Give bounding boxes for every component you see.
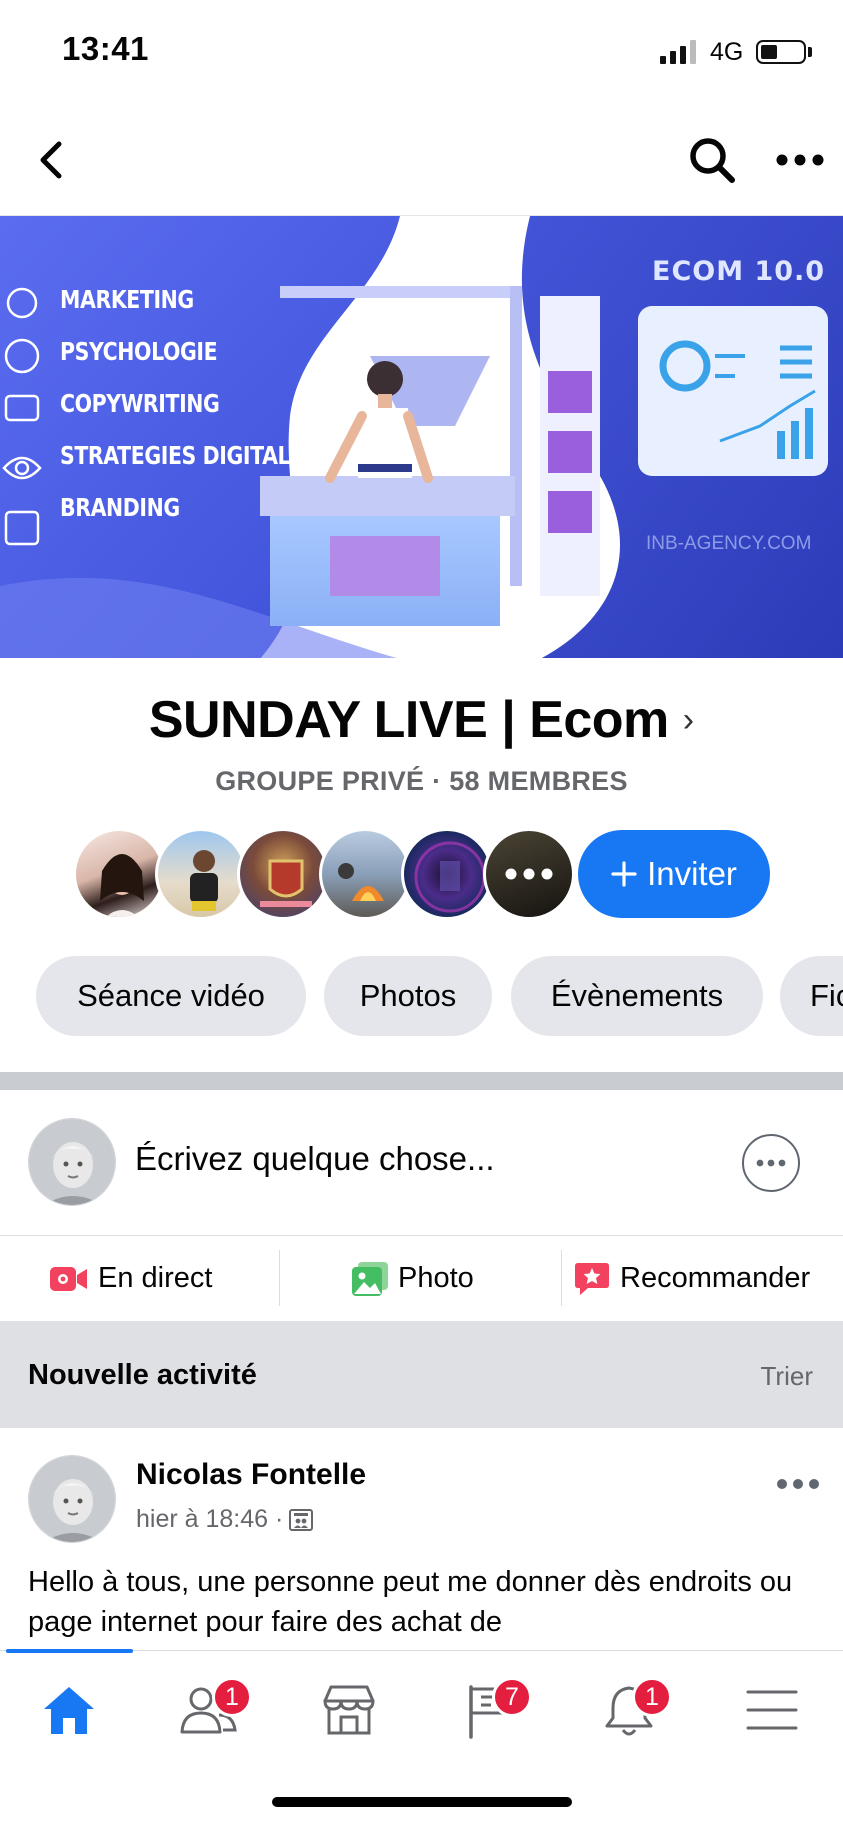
- cover-text-psychologie: PSYCHOLOGIE: [60, 337, 218, 366]
- battery-tip: [808, 47, 812, 57]
- cover-text-strategies: STRATEGIES DIGITALES: [60, 441, 319, 470]
- photo-button[interactable]: Photo: [352, 1236, 474, 1321]
- battery-icon: [756, 40, 806, 64]
- ellipsis-icon: [756, 1159, 786, 1167]
- pages-badge: 7: [492, 1677, 532, 1717]
- more-options-button[interactable]: [768, 128, 832, 192]
- notifications-badge: 1: [632, 1677, 672, 1717]
- live-label: En direct: [98, 1262, 213, 1294]
- composer-placeholder[interactable]: Écrivez quelque chose...: [135, 1140, 495, 1178]
- post-author-avatar[interactable]: [28, 1455, 116, 1543]
- search-button[interactable]: [680, 128, 744, 192]
- recommend-star-icon: [575, 1262, 609, 1295]
- tab-notifications[interactable]: 1: [574, 1665, 684, 1755]
- chip-video-session[interactable]: Séance vidéo: [36, 956, 306, 1036]
- back-button[interactable]: [22, 130, 82, 190]
- live-video-icon: [50, 1266, 87, 1291]
- chip-files[interactable]: Fichiers: [780, 956, 843, 1036]
- post-timestamp[interactable]: hier à 18:46 ·: [136, 1505, 283, 1534]
- recommend-button[interactable]: Recommander: [574, 1236, 810, 1321]
- sort-button[interactable]: Trier: [761, 1361, 813, 1392]
- network-type: 4G: [710, 38, 744, 66]
- members-row: Inviter: [73, 828, 793, 920]
- status-time: 13:41: [62, 30, 149, 67]
- status-bar: 13:41 4G: [0, 0, 843, 105]
- photo-icon: [352, 1261, 388, 1296]
- group-privacy-members[interactable]: GROUPE PRIVÉ · 58 MEMBRES: [0, 766, 843, 797]
- member-avatar[interactable]: [73, 828, 165, 920]
- signal-icon: [660, 40, 696, 64]
- group-cover-photo[interactable]: MARKETING PSYCHOLOGIE COPYWRITING STRATE…: [0, 215, 843, 658]
- tab-menu[interactable]: [717, 1665, 827, 1755]
- active-tab-indicator: [6, 1649, 133, 1653]
- tab-friends[interactable]: 1: [154, 1665, 264, 1755]
- group-title-row[interactable]: SUNDAY LIVE | Ecom ›: [0, 690, 843, 750]
- user-avatar[interactable]: [28, 1118, 116, 1206]
- post-author-name[interactable]: Nicolas Fontelle: [136, 1458, 366, 1492]
- invite-label: Inviter: [647, 855, 737, 892]
- group-title[interactable]: SUNDAY LIVE | Ecom: [149, 691, 669, 749]
- group-sections-chips: Séance vidéo Photos Évènements Fichiers: [36, 956, 843, 1036]
- home-indicator: [272, 1797, 572, 1807]
- invite-button[interactable]: Inviter: [578, 830, 770, 918]
- more-members-button[interactable]: [483, 828, 575, 920]
- feed-post: Nicolas Fontelle hier à 18:46 · Hello à …: [0, 1428, 843, 1650]
- chip-events[interactable]: Évènements: [511, 956, 763, 1036]
- home-icon: [44, 1687, 94, 1734]
- cover-watermark: INB-AGENCY.COM: [646, 533, 812, 554]
- menu-hamburger-icon: [746, 1690, 798, 1730]
- activity-header: Nouvelle activité Trier: [0, 1321, 843, 1428]
- post-composer[interactable]: Écrivez quelque chose...: [0, 1090, 843, 1235]
- cover-badge: ECOM 10.0: [652, 256, 826, 287]
- action-separator: [279, 1250, 280, 1306]
- post-more-options-icon[interactable]: [776, 1474, 820, 1494]
- action-separator: [561, 1250, 562, 1306]
- tab-home[interactable]: [14, 1665, 124, 1755]
- live-button[interactable]: En direct: [50, 1236, 212, 1321]
- ellipsis-icon: [505, 868, 553, 880]
- member-avatar[interactable]: [237, 828, 329, 920]
- ellipsis-icon: [776, 154, 824, 166]
- marketplace-icon: [323, 1685, 375, 1735]
- section-divider: [0, 1072, 843, 1090]
- photo-label: Photo: [398, 1262, 474, 1294]
- back-arrow-icon: [40, 141, 62, 179]
- member-avatar[interactable]: [401, 828, 493, 920]
- activity-title: Nouvelle activité: [28, 1359, 257, 1391]
- composer-more-button[interactable]: [742, 1134, 800, 1192]
- member-avatar[interactable]: [319, 828, 411, 920]
- tab-marketplace[interactable]: [294, 1665, 404, 1755]
- search-icon: [690, 138, 735, 183]
- member-avatar[interactable]: [155, 828, 247, 920]
- plus-icon: [611, 861, 637, 887]
- tab-pages[interactable]: 7: [434, 1665, 544, 1755]
- friends-badge: 1: [212, 1677, 252, 1717]
- cover-text-marketing: MARKETING: [60, 285, 194, 314]
- cover-text-branding: BRANDING: [60, 493, 180, 522]
- group-audience-icon: [289, 1508, 314, 1531]
- composer-actions: En direct Photo Recommander: [0, 1236, 843, 1321]
- post-meta: hier à 18:46 ·: [136, 1505, 314, 1534]
- cover-text-copywriting: COPYWRITING: [60, 389, 220, 418]
- post-text: Hello à tous, une personne peut me donne…: [28, 1566, 793, 1638]
- recommend-label: Recommander: [620, 1262, 811, 1294]
- chevron-right-icon: ›: [682, 701, 695, 739]
- nav-bar: [0, 120, 843, 200]
- chip-photos[interactable]: Photos: [324, 956, 492, 1036]
